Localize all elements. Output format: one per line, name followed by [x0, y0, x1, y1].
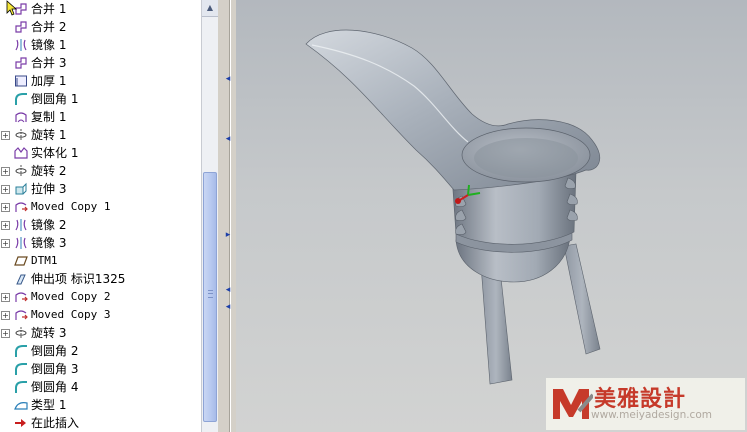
expand-plus-icon[interactable]: + [1, 329, 10, 338]
moved-copy-icon [14, 200, 28, 214]
meiya-logo-icon [553, 389, 593, 419]
tree-item-label: 旋转 3 [31, 326, 67, 340]
revolve-icon [14, 128, 28, 142]
tree-item[interactable]: + 镜像 2 [0, 216, 201, 234]
panel-splitter[interactable]: ◂ ◂ ▸ ◂ ◂ [218, 0, 236, 432]
tree-item[interactable]: 加厚 1 [0, 72, 201, 90]
collapse-left-arrow-icon[interactable]: ◂ [224, 302, 232, 312]
collapse-left-arrow-icon[interactable]: ◂ [224, 285, 232, 295]
model-tree-panel: 合并 1 合并 2 镜像 1 合并 3 加厚 1 倒圆角 1 复制 1 + 旋转 1 实体化 1 +… [0, 0, 218, 432]
tree-item[interactable]: 伸出项 标识1325 [0, 270, 201, 288]
tree-item[interactable]: 合并 1 [0, 0, 201, 18]
splitter-line [229, 0, 231, 432]
tree-item-label: 旋转 2 [31, 164, 67, 178]
extrude-icon [14, 182, 28, 196]
tree-item[interactable]: + 旋转 1 [0, 126, 201, 144]
tree-item[interactable]: 倒圆角 2 [0, 342, 201, 360]
tree-item-label: 镜像 3 [31, 236, 67, 250]
tree-item[interactable]: 在此插入 [0, 414, 201, 432]
tree-item[interactable]: + 镜像 3 [0, 234, 201, 252]
tree-item[interactable]: 倒圆角 3 [0, 360, 201, 378]
tree-item-label: 类型 1 [31, 398, 67, 412]
datum-plane-icon [14, 254, 28, 268]
expand-plus-icon[interactable]: + [1, 221, 10, 230]
tree-item-label: 在此插入 [31, 416, 80, 430]
copy-icon [14, 110, 28, 124]
tree-item[interactable]: + Moved Copy 1 [0, 198, 201, 216]
graphics-viewport[interactable] [236, 0, 747, 432]
scroll-up-button[interactable]: ▲ [202, 0, 218, 17]
solidify-icon [14, 146, 28, 160]
expand-plus-icon[interactable]: + [1, 185, 10, 194]
tree-item-label: Moved Copy 2 [31, 290, 111, 303]
tree-item[interactable]: + 旋转 2 [0, 162, 201, 180]
watermark-logo: 美雅設計 www.meiyadesign.com [546, 378, 745, 430]
expand-plus-icon[interactable]: + [1, 239, 10, 248]
expand-plus-icon[interactable]: + [1, 167, 10, 176]
tree-item[interactable]: 合并 3 [0, 54, 201, 72]
tree-item-label: 倒圆角 4 [31, 380, 79, 394]
mirror-icon [14, 236, 28, 250]
round-icon [14, 362, 28, 376]
thicken-icon [14, 74, 28, 88]
scroll-thumb[interactable] [203, 172, 217, 422]
grip-icon [208, 290, 213, 298]
round-icon [14, 380, 28, 394]
tree-item-label: 倒圆角 3 [31, 362, 79, 376]
tree-item-label: 加厚 1 [31, 74, 67, 88]
revolve-icon [14, 326, 28, 340]
mirror-icon [14, 38, 28, 52]
tree-item[interactable]: + Moved Copy 3 [0, 306, 201, 324]
tree-item-label: 合并 3 [31, 56, 67, 70]
tree-item-label: 实体化 1 [31, 146, 79, 160]
moved-copy-icon [14, 308, 28, 322]
tree-item-label: 倒圆角 1 [31, 92, 79, 106]
watermark-url: www.meiyadesign.com [591, 409, 712, 421]
tree-item-label: 合并 2 [31, 20, 67, 34]
merge-icon [14, 20, 28, 34]
tree-item-label: 旋转 1 [31, 128, 67, 142]
tree-item-label: 镜像 2 [31, 218, 67, 232]
collapse-left-arrow-icon[interactable]: ◂ [224, 74, 232, 84]
tree-item[interactable]: + 拉伸 3 [0, 180, 201, 198]
expand-right-arrow-icon[interactable]: ▸ [224, 230, 232, 240]
tree-item-label: 倒圆角 2 [31, 344, 79, 358]
tree-item[interactable]: 复制 1 [0, 108, 201, 126]
insert-here-arrow-icon [14, 416, 28, 430]
tree-item[interactable]: 镜像 1 [0, 36, 201, 54]
tree-item[interactable]: 合并 2 [0, 18, 201, 36]
tree-item[interactable]: 倒圆角 1 [0, 90, 201, 108]
expand-plus-icon[interactable]: + [1, 203, 10, 212]
tree-item[interactable]: 类型 1 [0, 396, 201, 414]
revolve-icon [14, 164, 28, 178]
tree-item-label: Moved Copy 1 [31, 200, 111, 213]
tree-item-label: 合并 1 [31, 2, 67, 16]
moved-copy-icon [14, 290, 28, 304]
tree-item[interactable]: + Moved Copy 2 [0, 288, 201, 306]
3d-model-render [305, 29, 601, 385]
tree-item[interactable]: 倒圆角 4 [0, 378, 201, 396]
tripod-leg [563, 243, 601, 355]
round-icon [14, 92, 28, 106]
tree-scrollbar[interactable]: ▲ [201, 0, 218, 432]
expand-plus-icon[interactable]: + [1, 293, 10, 302]
type-icon [14, 398, 28, 412]
expand-plus-icon[interactable]: + [1, 311, 10, 320]
merge-icon [14, 56, 28, 70]
protrusion-icon [14, 272, 28, 286]
tree-item[interactable]: DTM1 [0, 252, 201, 270]
tree-item-label: Moved Copy 3 [31, 308, 111, 321]
tree-item-label: DTM1 [31, 254, 58, 267]
tree-item[interactable]: 实体化 1 [0, 144, 201, 162]
expand-plus-icon[interactable]: + [1, 131, 10, 140]
tree-item-label: 拉伸 3 [31, 182, 67, 196]
collapse-left-arrow-icon[interactable]: ◂ [224, 134, 232, 144]
tree-item-label: 复制 1 [31, 110, 67, 124]
round-icon [14, 344, 28, 358]
tree-item-label: 镜像 1 [31, 38, 67, 52]
model-tree: 合并 1 合并 2 镜像 1 合并 3 加厚 1 倒圆角 1 复制 1 + 旋转 1 实体化 1 +… [0, 0, 201, 432]
tree-item[interactable]: + 旋转 3 [0, 324, 201, 342]
tree-item-label: 伸出项 标识1325 [31, 272, 126, 286]
mirror-icon [14, 218, 28, 232]
